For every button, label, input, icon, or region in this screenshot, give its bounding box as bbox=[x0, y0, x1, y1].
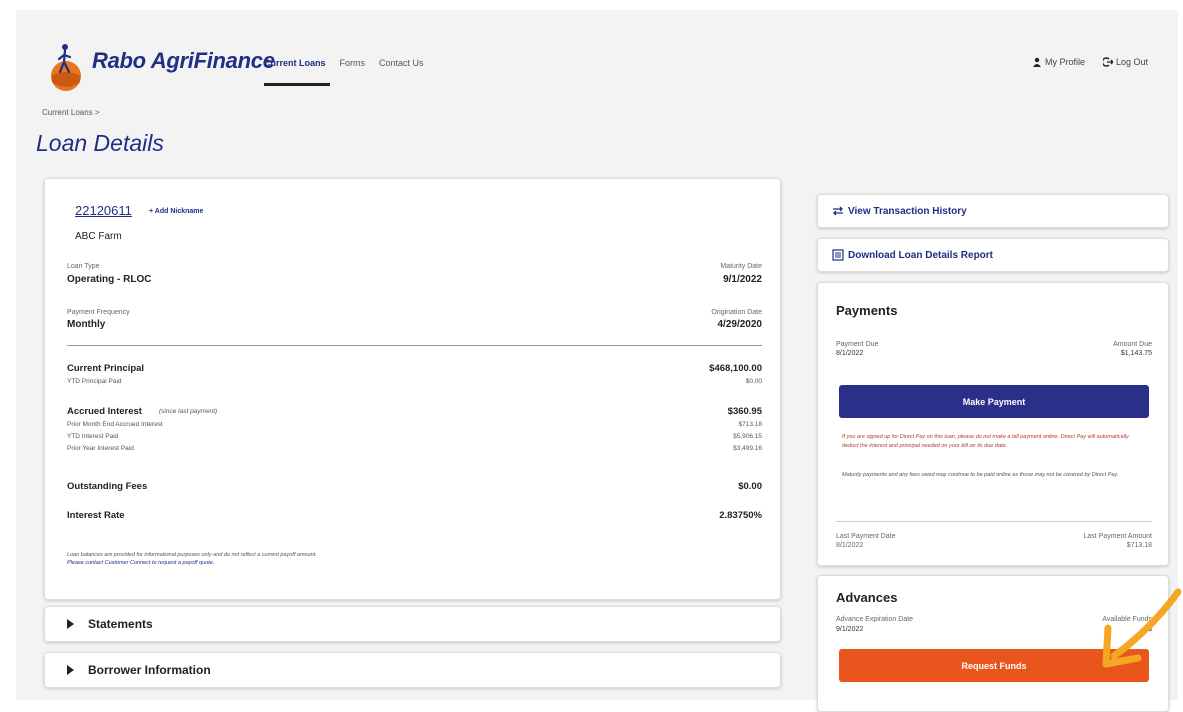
ytd-interest-label: YTD Interest Paid bbox=[67, 433, 119, 440]
page-background: Rabo AgriFinance Current Loans Forms Con… bbox=[16, 10, 1178, 712]
download-loan-report-button[interactable]: Download Loan Details Report bbox=[817, 238, 1169, 272]
interest-rate-label: Interest Rate bbox=[67, 510, 125, 521]
current-principal-label: Current Principal bbox=[67, 363, 145, 374]
user-links: My Profile Log Out bbox=[1032, 57, 1148, 67]
last-payment-date-value: 8/1/2022 bbox=[836, 542, 864, 549]
maturity-date-value: 9/1/2022 bbox=[723, 274, 762, 285]
log-out-link[interactable]: Log Out bbox=[1102, 57, 1148, 67]
borrower-information-accordion[interactable]: Borrower Information bbox=[44, 652, 781, 688]
payments-divider bbox=[836, 521, 1152, 522]
ytd-principal-label: YTD Principal Paid bbox=[67, 378, 122, 385]
prior-year-interest-label: Prior Year Interest Paid bbox=[67, 445, 134, 452]
add-nickname-link[interactable]: + Add Nickname bbox=[149, 208, 203, 215]
brand-name: Rabo AgriFinance bbox=[92, 48, 275, 73]
maturity-date-label: Maturity Date bbox=[720, 263, 762, 270]
view-transaction-history-label: View Transaction History bbox=[848, 205, 967, 217]
direct-pay-notice: If you are signed up for Direct Pay on t… bbox=[842, 434, 1129, 449]
nav-current-loans[interactable]: Current Loans bbox=[264, 58, 330, 86]
logout-icon bbox=[1102, 57, 1113, 67]
accrued-interest-value: $360.95 bbox=[727, 406, 762, 417]
log-out-label: Log Out bbox=[1115, 57, 1148, 67]
nav-forms[interactable]: Forms bbox=[340, 58, 366, 86]
swap-arrows-icon bbox=[833, 206, 843, 216]
ytd-principal-value: $0.00 bbox=[745, 378, 762, 385]
payoff-quote-link[interactable]: Please contact Customer Connect to reque… bbox=[67, 560, 214, 566]
payment-frequency-label: Payment Frequency bbox=[67, 309, 130, 316]
outstanding-fees-value: $0.00 bbox=[738, 481, 762, 492]
expand-arrow-icon bbox=[67, 665, 74, 675]
view-transaction-history-button[interactable]: View Transaction History bbox=[817, 194, 1169, 228]
amount-due-value: $1,143.75 bbox=[1120, 350, 1152, 357]
interest-rate-value: 2.83750% bbox=[719, 510, 762, 521]
borrower-name: ABC Farm bbox=[75, 231, 122, 242]
payments-title: Payments bbox=[836, 303, 898, 318]
rabo-logo-icon bbox=[51, 44, 81, 91]
make-payment-button[interactable]: Make Payment bbox=[839, 385, 1149, 418]
loan-type-label: Loan Type bbox=[67, 263, 100, 270]
borrower-information-label: Borrower Information bbox=[88, 663, 211, 677]
loan-number[interactable]: 22120611 bbox=[75, 203, 132, 218]
loan-type-value: Operating - RLOC bbox=[67, 274, 152, 285]
last-payment-amount-value: $713.18 bbox=[1126, 542, 1152, 549]
payment-due-label: Payment Due bbox=[836, 341, 879, 348]
ytd-interest-value: $5,906.15 bbox=[733, 433, 762, 440]
statements-label: Statements bbox=[88, 617, 153, 631]
advances-title: Advances bbox=[836, 590, 898, 605]
amount-due-label: Amount Due bbox=[1113, 341, 1152, 348]
prior-month-interest-label: Prior Month End Accrued Interest bbox=[67, 421, 163, 428]
accrued-interest-note: (since last payment) bbox=[159, 408, 218, 415]
my-profile-label: My Profile bbox=[1044, 57, 1085, 67]
nav-contact-us[interactable]: Contact Us bbox=[379, 58, 424, 86]
main-nav: Current Loans Forms Contact Us bbox=[264, 58, 424, 86]
section-divider bbox=[67, 345, 762, 346]
advance-expiration-label: Advance Expiration Date bbox=[836, 616, 914, 623]
statements-accordion[interactable]: Statements bbox=[44, 606, 781, 642]
accrued-interest-label: Accrued Interest bbox=[67, 406, 142, 417]
prior-year-interest-value: $3,499.16 bbox=[733, 445, 762, 452]
payment-due-value: 8/1/2022 bbox=[836, 350, 864, 357]
advance-expiration-value: 9/1/2022 bbox=[836, 626, 864, 633]
brand-logo[interactable]: Rabo AgriFinance bbox=[42, 34, 275, 94]
last-payment-date-label: Last Payment Date bbox=[836, 533, 896, 540]
payment-frequency-value: Monthly bbox=[67, 319, 106, 330]
user-icon bbox=[1032, 57, 1041, 67]
expand-arrow-icon bbox=[67, 619, 74, 629]
annotation-arrow-icon bbox=[1102, 588, 1182, 668]
origination-date-value: 4/29/2020 bbox=[717, 319, 763, 330]
maturity-payment-notice: Maturity payments and any fees owed may … bbox=[842, 472, 1119, 478]
outstanding-fees-label: Outstanding Fees bbox=[67, 481, 148, 492]
balance-disclaimer: Loan balances are provided for informati… bbox=[67, 552, 317, 558]
download-loan-report-label: Download Loan Details Report bbox=[848, 249, 994, 261]
origination-date-label: Origination Date bbox=[711, 309, 762, 316]
my-profile-link[interactable]: My Profile bbox=[1032, 57, 1085, 67]
breadcrumb[interactable]: Current Loans > bbox=[42, 108, 100, 117]
prior-month-interest-value: $713.18 bbox=[738, 421, 763, 428]
loan-details-card: 22120611 + Add Nickname ABC Farm Loan Ty… bbox=[44, 178, 781, 600]
report-list-icon bbox=[832, 249, 844, 261]
last-payment-amount-label: Last Payment Amount bbox=[1083, 533, 1152, 540]
current-principal-value: $468,100.00 bbox=[709, 363, 762, 374]
payments-card: Payments Payment Due 8/1/2022 Amount Due… bbox=[817, 282, 1169, 566]
page-title: Loan Details bbox=[36, 130, 164, 156]
